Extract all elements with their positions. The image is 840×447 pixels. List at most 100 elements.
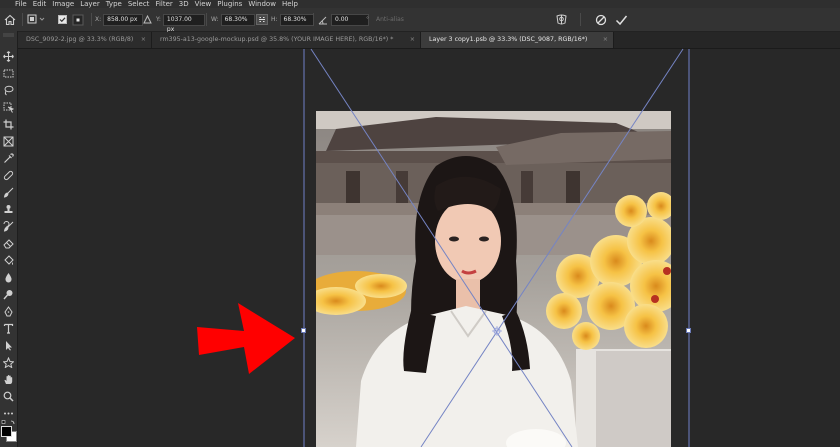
rotation-angle-field[interactable]: 0.00 xyxy=(331,13,369,26)
foreground-color-swatch[interactable] xyxy=(1,426,12,437)
zoom-tool[interactable] xyxy=(2,390,15,403)
paint-bucket-icon xyxy=(4,255,14,265)
anti-alias-label[interactable]: Anti-alias xyxy=(376,16,404,23)
menu-layer[interactable]: Layer xyxy=(77,0,103,8)
transform-handle-right[interactable] xyxy=(686,328,691,333)
brush-tool[interactable] xyxy=(2,186,15,199)
lasso-tool[interactable] xyxy=(2,84,15,97)
frame-icon xyxy=(3,136,14,147)
menu-type[interactable]: Type xyxy=(103,0,125,8)
cancel-transform-icon xyxy=(595,14,607,25)
menu-view[interactable]: View xyxy=(192,0,215,8)
document-tab-label: rm395-a13-google-mockup.psd @ 35.8% (YOU… xyxy=(160,36,394,43)
document-tab-label: Layer 3 copy1.psb @ 33.3% (DSC_9087, RGB… xyxy=(429,36,588,43)
lasso-icon xyxy=(4,85,14,96)
eyedropper-tool[interactable] xyxy=(2,152,15,165)
rotate-angle-icon xyxy=(318,16,327,24)
warp-button[interactable] xyxy=(555,13,568,26)
separator xyxy=(580,13,581,26)
link-button[interactable] xyxy=(256,13,268,26)
history-brush-icon xyxy=(3,221,14,232)
type-icon xyxy=(3,323,14,334)
more-tools[interactable] xyxy=(2,407,15,420)
menu-edit[interactable]: Edit xyxy=(30,0,50,8)
crop-tool[interactable] xyxy=(2,118,15,131)
pen-icon xyxy=(4,306,13,317)
menu-file[interactable]: File xyxy=(12,0,30,8)
tools-panel xyxy=(0,31,18,447)
dodge-icon xyxy=(3,290,13,300)
document-tab-1[interactable]: DSC_9092-2.jpg @ 33.3% (RGB/8) × xyxy=(18,32,152,48)
eraser-tool[interactable] xyxy=(2,237,15,250)
commit-transform-icon xyxy=(615,15,628,25)
eraser-icon xyxy=(3,239,14,249)
transform-icon xyxy=(27,14,45,24)
document-tab-label: DSC_9092-2.jpg @ 33.3% (RGB/8) xyxy=(26,36,134,43)
home-button[interactable] xyxy=(4,13,16,26)
menu-bar: File Edit Image Layer Type Select Filter… xyxy=(0,0,840,8)
move-icon xyxy=(3,51,14,62)
pen-tool[interactable] xyxy=(2,305,15,318)
brush-icon xyxy=(3,187,14,198)
menu-window[interactable]: Window xyxy=(245,0,279,8)
reference-point-grid[interactable] xyxy=(72,13,84,26)
custom-shape-tool[interactable] xyxy=(2,356,15,369)
clone-stamp-tool[interactable] xyxy=(2,203,15,216)
separator xyxy=(313,13,314,26)
paint-bucket-tool[interactable] xyxy=(2,254,15,267)
healing-brush-icon xyxy=(3,170,14,181)
transform-handle-left[interactable] xyxy=(301,328,306,333)
y-label: Y: xyxy=(156,16,161,23)
frame-tool[interactable] xyxy=(2,135,15,148)
options-bar: X: 858.00 px Y: 1037.00 px W: 68.30% H: … xyxy=(0,8,840,33)
warp-icon xyxy=(556,14,567,25)
document-tabs: DSC_9092-2.jpg @ 33.3% (RGB/8) × rm395-a… xyxy=(18,32,840,49)
menu-3d[interactable]: 3D xyxy=(176,0,192,8)
marquee-icon xyxy=(3,69,14,78)
blur-tool[interactable] xyxy=(2,271,15,284)
x-position-field[interactable]: 858.00 px xyxy=(103,13,144,26)
dodge-tool[interactable] xyxy=(2,288,15,301)
ellipsis-icon xyxy=(4,412,13,415)
height-label: H: xyxy=(271,16,278,23)
menu-image[interactable]: Image xyxy=(49,0,77,8)
cancel-transform-button[interactable] xyxy=(595,13,607,26)
reference-point-icon xyxy=(72,14,84,25)
document-tab-3-active[interactable]: Layer 3 copy1.psb @ 33.3% (DSC_9087, RGB… xyxy=(421,32,614,48)
transform-tool-preset[interactable] xyxy=(27,13,49,26)
menu-plugins[interactable]: Plugins xyxy=(214,0,245,8)
separator xyxy=(91,13,92,26)
type-tool[interactable] xyxy=(2,322,15,335)
hand-icon xyxy=(4,375,13,384)
y-position-field[interactable]: 1037.00 px xyxy=(162,13,205,33)
link-icon xyxy=(256,14,268,25)
hand-tool[interactable] xyxy=(2,373,15,386)
portrait-photo-image xyxy=(316,111,671,447)
menu-help[interactable]: Help xyxy=(279,0,301,8)
healing-brush-tool[interactable] xyxy=(2,169,15,182)
width-field[interactable]: 68.30% xyxy=(220,13,255,26)
history-brush-tool[interactable] xyxy=(2,220,15,233)
toggle-checkbox[interactable] xyxy=(58,13,67,26)
photoshop-logo-icon[interactable] xyxy=(0,0,12,8)
toolbar-collapse-icon[interactable] xyxy=(2,33,15,39)
close-tab-icon[interactable]: × xyxy=(603,32,608,48)
menu-select[interactable]: Select xyxy=(125,0,153,8)
menu-filter[interactable]: Filter xyxy=(152,0,175,8)
zoom-icon xyxy=(3,391,14,402)
path-selection-tool[interactable] xyxy=(2,339,15,352)
height-field[interactable]: 68.30% xyxy=(279,13,314,26)
swap-colors-icon[interactable] xyxy=(1,420,16,425)
move-tool[interactable] xyxy=(2,50,15,63)
commit-transform-button[interactable] xyxy=(615,13,628,26)
close-tab-icon[interactable]: × xyxy=(141,32,146,48)
layer-photo[interactable] xyxy=(316,111,671,447)
close-tab-icon[interactable]: × xyxy=(410,32,415,48)
document-tab-2[interactable]: rm395-a13-google-mockup.psd @ 35.8% (YOU… xyxy=(152,32,421,48)
home-icon xyxy=(4,14,16,25)
x-label: X: xyxy=(95,16,102,23)
object-selection-tool[interactable] xyxy=(2,101,15,114)
marquee-tool[interactable] xyxy=(2,67,15,80)
width-label: W: xyxy=(211,16,219,23)
object-selection-icon xyxy=(3,102,14,113)
